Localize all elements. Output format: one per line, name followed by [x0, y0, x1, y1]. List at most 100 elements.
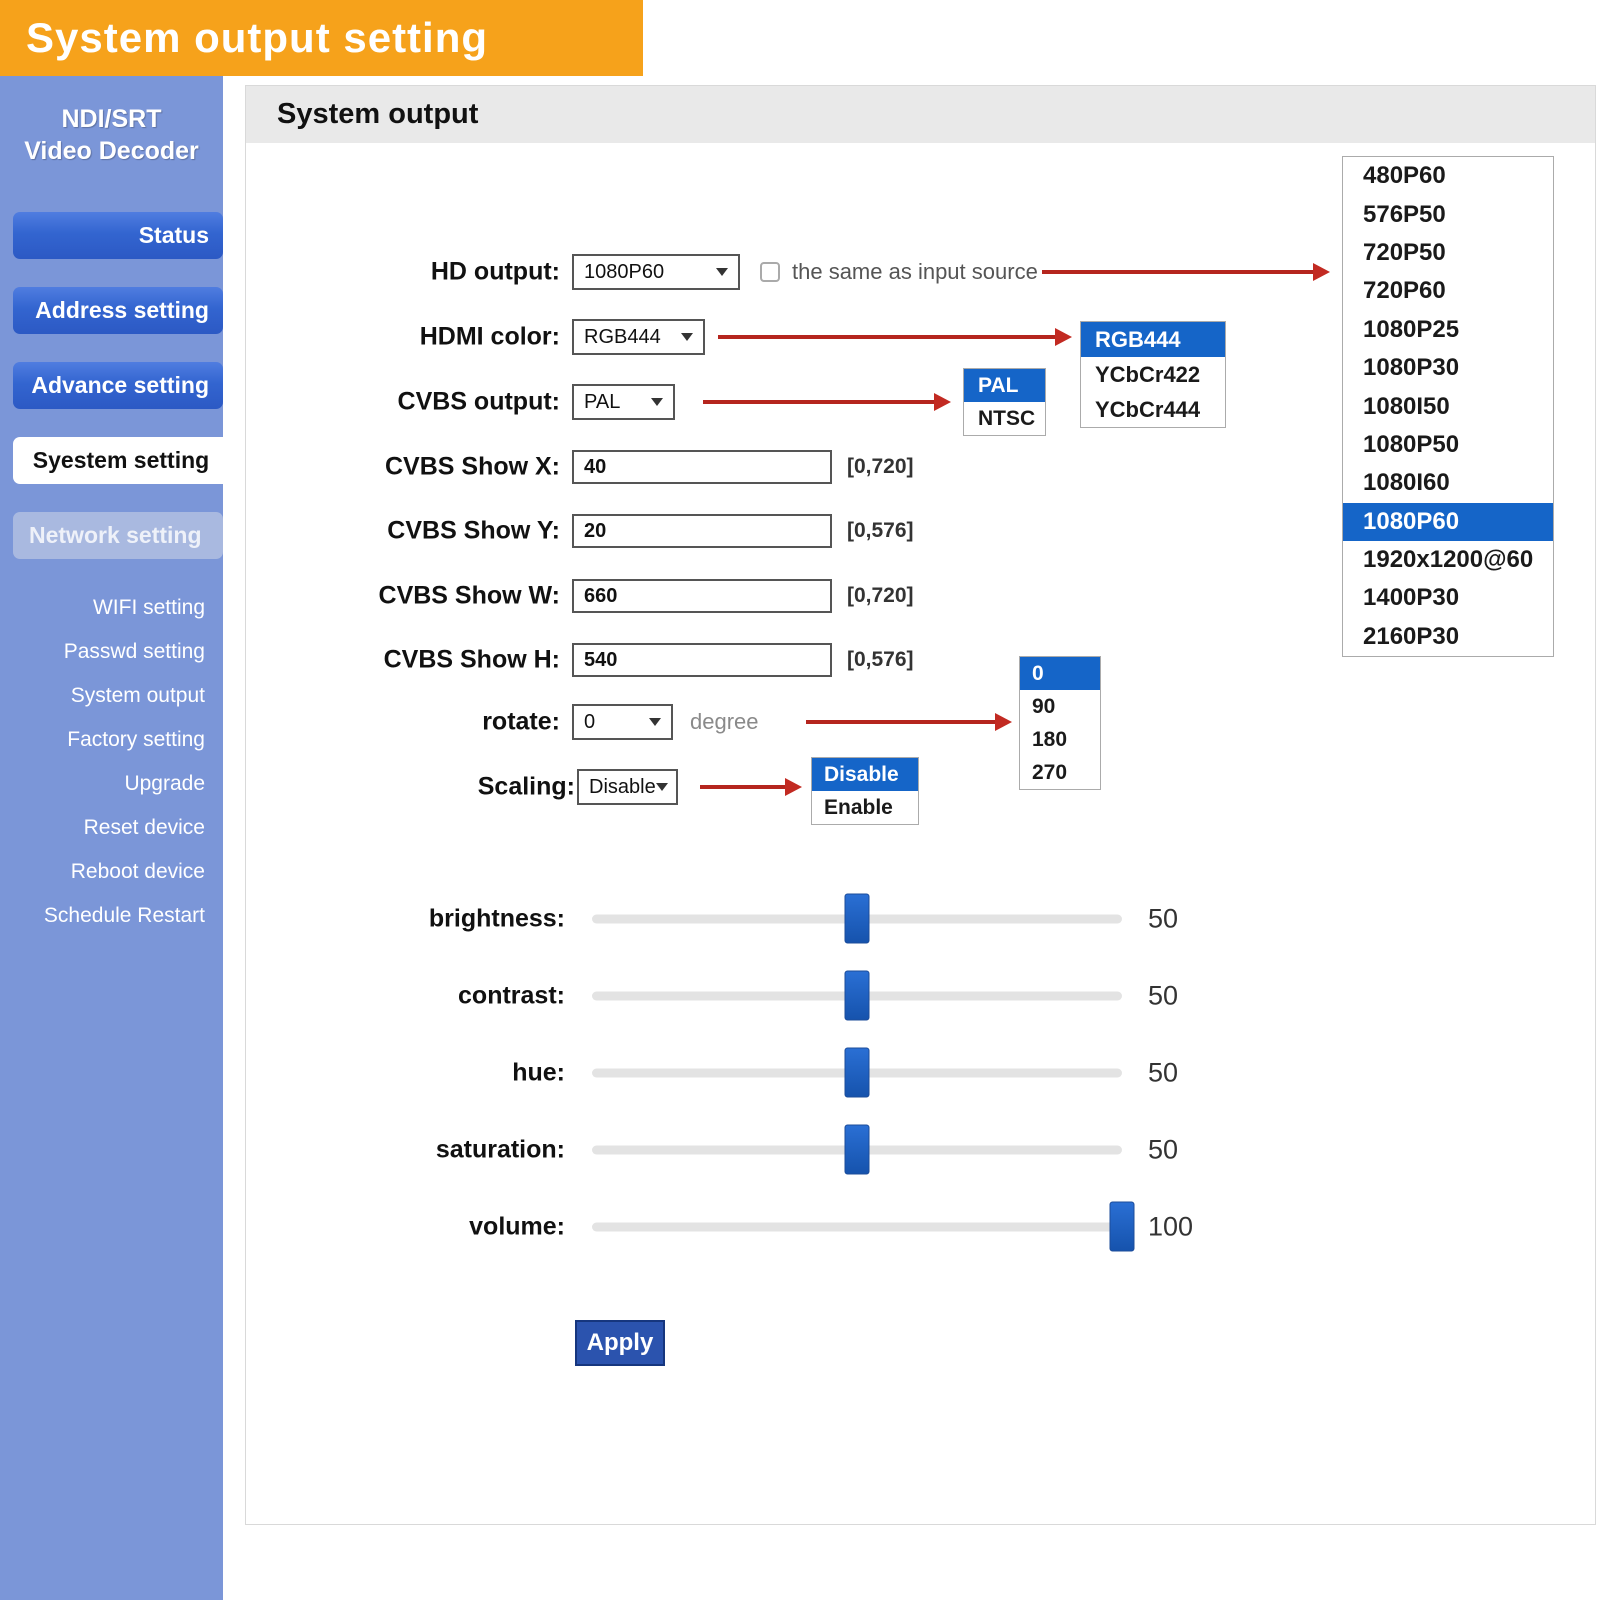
option-2160p30[interactable]: 2160P30: [1343, 618, 1553, 656]
cvbs-show-h-input[interactable]: [572, 643, 832, 677]
slider-value: 50: [1148, 980, 1178, 1011]
option-1080i60[interactable]: 1080I60: [1343, 464, 1553, 502]
page-header: System output setting: [0, 0, 643, 76]
slider-label: brightness:: [429, 904, 565, 933]
sidebar-button-status[interactable]: Status: [13, 212, 223, 259]
slider-value: 50: [1148, 1134, 1178, 1165]
option-1080p25[interactable]: 1080P25: [1343, 311, 1553, 349]
hdmi-color-label: HDMI color:: [240, 323, 560, 352]
cvbs-output-value: PAL: [574, 391, 651, 414]
red-arrow-scaling: [700, 785, 786, 789]
sidebar-nav-buttons: StatusAddress settingAdvance settingSyes…: [0, 212, 223, 587]
sidebar-button-syestem-setting[interactable]: Syestem setting: [13, 437, 229, 484]
option-480p60[interactable]: 480P60: [1343, 157, 1553, 195]
cvbs-show-h-range: [0,576]: [847, 648, 914, 672]
slider-track[interactable]: [592, 1068, 1122, 1077]
option-ntsc[interactable]: NTSC: [964, 402, 1045, 435]
chevron-down-icon: [656, 783, 668, 791]
option-90[interactable]: 90: [1020, 690, 1100, 723]
option-disable[interactable]: Disable: [812, 758, 918, 791]
chevron-down-icon: [649, 718, 661, 726]
cvbs-mode-popup: PALNTSC: [963, 368, 1046, 436]
slider-track[interactable]: [592, 914, 1122, 923]
slider-label: saturation:: [436, 1135, 565, 1164]
slider-label: contrast:: [458, 981, 565, 1010]
option-ycbcr444[interactable]: YCbCr444: [1081, 392, 1225, 427]
option-1400p30[interactable]: 1400P30: [1343, 579, 1553, 617]
sidebar-subitem-reset-device[interactable]: Reset device: [0, 806, 223, 850]
same-as-input-checkbox[interactable]: [760, 262, 780, 282]
slider-row-brightness-: brightness: 50: [0, 880, 1600, 957]
adjustment-sliders: brightness: 50 contrast: 50 hue: 50 saturation…: [0, 880, 1600, 1265]
sidebar-button-address-setting[interactable]: Address setting: [13, 287, 223, 334]
option-270[interactable]: 270: [1020, 756, 1100, 789]
option-1080p30[interactable]: 1080P30: [1343, 349, 1553, 387]
option-1080p50[interactable]: 1080P50: [1343, 426, 1553, 464]
hd-output-select[interactable]: 1080P60: [572, 254, 740, 290]
slider-label: hue:: [512, 1058, 565, 1087]
sidebar-subitem-upgrade[interactable]: Upgrade: [0, 762, 223, 806]
cvbs-show-y-range: [0,576]: [847, 519, 914, 543]
cvbs-show-x-range: [0,720]: [847, 455, 914, 479]
sidebar-button-advance-setting[interactable]: Advance setting: [13, 362, 223, 409]
option-180[interactable]: 180: [1020, 723, 1100, 756]
option-720p60[interactable]: 720P60: [1343, 272, 1553, 310]
option-1080p60[interactable]: 1080P60: [1343, 503, 1553, 541]
hdmi-color-popup: RGB444YCbCr422YCbCr444: [1080, 321, 1226, 428]
rotate-select[interactable]: 0: [572, 704, 673, 740]
option-1080i50[interactable]: 1080I50: [1343, 387, 1553, 425]
cvbs-show-x-input[interactable]: [572, 450, 832, 484]
sidebar-button-network-setting[interactable]: Network setting: [13, 512, 223, 559]
option-enable[interactable]: Enable: [812, 791, 918, 824]
slider-handle[interactable]: [845, 971, 870, 1021]
option-ycbcr422[interactable]: YCbCr422: [1081, 357, 1225, 392]
red-arrow-rotate: [806, 720, 996, 724]
scaling-mode-popup: DisableEnable: [811, 757, 919, 825]
slider-row-volume-: volume:100: [0, 1188, 1600, 1265]
slider-handle[interactable]: [845, 1048, 870, 1098]
option-720p50[interactable]: 720P50: [1343, 234, 1553, 272]
slider-value: 50: [1148, 1057, 1178, 1088]
slider-track[interactable]: [592, 1222, 1122, 1231]
slider-track[interactable]: [592, 991, 1122, 1000]
cvbs-output-label: CVBS output:: [240, 388, 560, 417]
red-arrow-hd-output: [1042, 270, 1314, 274]
slider-track[interactable]: [592, 1145, 1122, 1154]
cvbs-show-y-label: CVBS Show Y:: [240, 517, 560, 546]
cvbs-show-w-input[interactable]: [572, 579, 832, 613]
hdmi-color-value: RGB444: [574, 326, 681, 349]
device-brand: NDI/SRT Video Decoder: [0, 103, 223, 167]
slider-row-contrast-: contrast: 50: [0, 957, 1600, 1034]
hd-output-value: 1080P60: [574, 261, 716, 284]
same-as-input-label: the same as input source: [792, 259, 1038, 285]
chevron-down-icon: [716, 268, 728, 276]
rotate-suffix: degree: [690, 709, 759, 735]
option-pal[interactable]: PAL: [964, 369, 1045, 402]
chevron-down-icon: [651, 398, 663, 406]
option-1920x1200-60[interactable]: 1920x1200@60: [1343, 541, 1553, 579]
hdmi-color-select[interactable]: RGB444: [572, 319, 705, 355]
slider-handle[interactable]: [845, 894, 870, 944]
apply-button[interactable]: Apply: [575, 1320, 665, 1366]
red-arrow-hdmi-color: [718, 335, 1056, 339]
slider-label: volume:: [469, 1212, 565, 1241]
sidebar-subitem-passwd-setting[interactable]: Passwd setting: [0, 630, 223, 674]
hd-output-label: HD output:: [240, 258, 560, 287]
slider-value: 50: [1148, 903, 1178, 934]
slider-handle[interactable]: [845, 1125, 870, 1175]
rotate-value: 0: [574, 711, 649, 734]
sidebar: NDI/SRT Video Decoder Status Address sett…: [0, 76, 223, 1600]
sidebar-subitem-wifi-setting[interactable]: WIFI setting: [0, 586, 223, 630]
scaling-label: Scaling:: [255, 773, 575, 802]
option-576p50[interactable]: 576P50: [1343, 195, 1553, 233]
cvbs-output-select[interactable]: PAL: [572, 384, 675, 420]
option-0[interactable]: 0: [1020, 657, 1100, 690]
brand-line1: NDI/SRT: [0, 103, 223, 135]
cvbs-show-y-input[interactable]: [572, 514, 832, 548]
option-rgb444[interactable]: RGB444: [1081, 322, 1225, 357]
scaling-select[interactable]: Disable: [577, 769, 678, 805]
slider-handle[interactable]: [1110, 1202, 1135, 1252]
sidebar-subitem-factory-setting[interactable]: Factory setting: [0, 718, 223, 762]
sidebar-subitem-system-output[interactable]: System output: [0, 674, 223, 718]
scaling-value: Disable: [579, 776, 656, 799]
